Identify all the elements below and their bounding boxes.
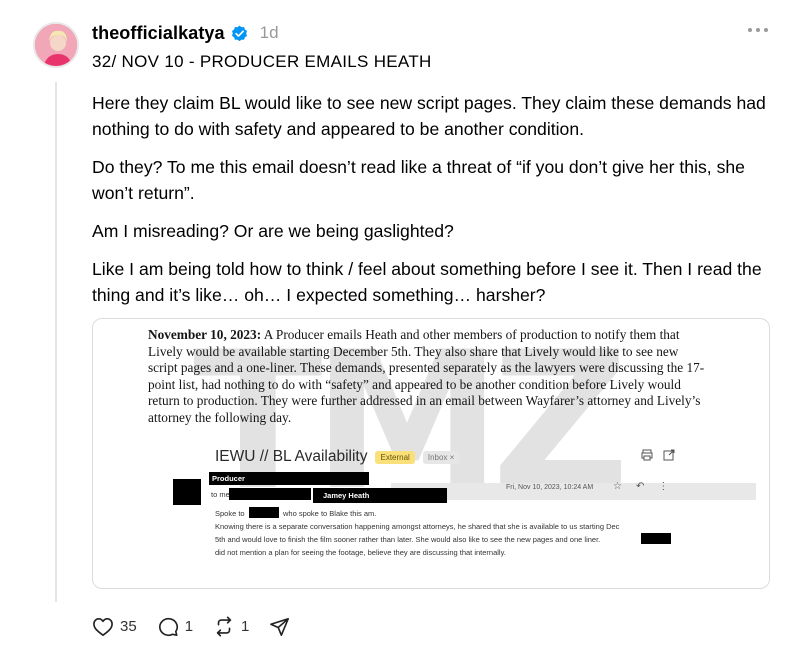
reply-button[interactable]: 1 — [157, 616, 193, 637]
like-count: 35 — [120, 618, 137, 635]
repost-icon — [216, 616, 232, 637]
print-icon — [641, 449, 653, 461]
open-external-icon — [663, 449, 675, 461]
post-body: Here they claim BL would like to see new… — [92, 90, 782, 320]
email-line: 5th and would love to finish the film so… — [215, 535, 601, 544]
redaction-box: Producer — [209, 472, 369, 485]
document-date: November 10, 2023: — [148, 327, 262, 342]
redaction-box — [173, 479, 201, 505]
external-badge: External — [375, 450, 415, 464]
reply-count: 1 — [184, 618, 194, 635]
share-button[interactable] — [269, 617, 291, 637]
heart-icon — [93, 617, 113, 636]
avatar[interactable] — [33, 22, 79, 68]
repost-button[interactable]: 1 — [213, 616, 249, 637]
email-actions: ☆ ↶ ⋮ — [613, 481, 668, 492]
post-paragraph: Am I misreading? Or are we being gasligh… — [92, 221, 454, 241]
reply-icon: ↶ — [635, 481, 645, 492]
post-header: theofficialkatya 1d — [92, 22, 279, 44]
email-subject-line: IEWU // BL Availability External Inbox × — [215, 448, 460, 466]
star-icon: ☆ — [613, 481, 622, 492]
email-line: who spoke to Blake this am. — [283, 509, 377, 518]
media-attachment[interactable]: TMZ November 10, 2023: A Producer emails… — [92, 318, 770, 589]
post-paragraph: Like I am being told how to think / feel… — [92, 259, 762, 305]
post-subtitle: 32/ NOV 10 - PRODUCER EMAILS HEATH — [92, 52, 432, 71]
comment-icon — [158, 617, 178, 637]
post-paragraph: Do they? To me this email doesn’t read l… — [92, 157, 745, 203]
post-actions: 35 1 1 — [92, 616, 311, 637]
thread-line — [55, 82, 57, 602]
redaction-box — [229, 488, 311, 500]
redaction-box: Jamey Heath — [313, 488, 447, 503]
email-date: Fri, Nov 10, 2023, 10:24 AM — [506, 484, 594, 491]
post-paragraph: Here they claim BL would like to see new… — [92, 93, 766, 139]
share-icon — [270, 617, 290, 636]
inbox-badge: Inbox × — [422, 450, 460, 464]
redaction-box — [249, 507, 279, 518]
email-line: did not mention a plan for seeing the fo… — [215, 548, 506, 557]
email-from: Producer — [212, 474, 245, 483]
more-options-icon[interactable] — [748, 28, 768, 32]
post-time: 1d — [259, 23, 279, 42]
email-toolbar — [641, 449, 675, 461]
email-subject: IEWU // BL Availability — [215, 448, 368, 465]
email-line: Spoke to — [215, 509, 245, 518]
document-excerpt: November 10, 2023: A Producer emails Hea… — [148, 327, 708, 426]
like-button[interactable]: 35 — [92, 617, 137, 637]
username[interactable]: theofficialkatya — [92, 23, 225, 44]
more-vertical-icon: ⋮ — [658, 481, 669, 492]
repost-count: 1 — [241, 618, 250, 635]
email-screenshot: IEWU // BL Availability External Inbox ×… — [173, 441, 756, 581]
email-line: Knowing there is a separate conversation… — [215, 522, 620, 531]
redaction-box — [641, 533, 671, 544]
verified-badge-icon — [231, 25, 247, 41]
email-recipient: Jamey Heath — [323, 491, 370, 500]
